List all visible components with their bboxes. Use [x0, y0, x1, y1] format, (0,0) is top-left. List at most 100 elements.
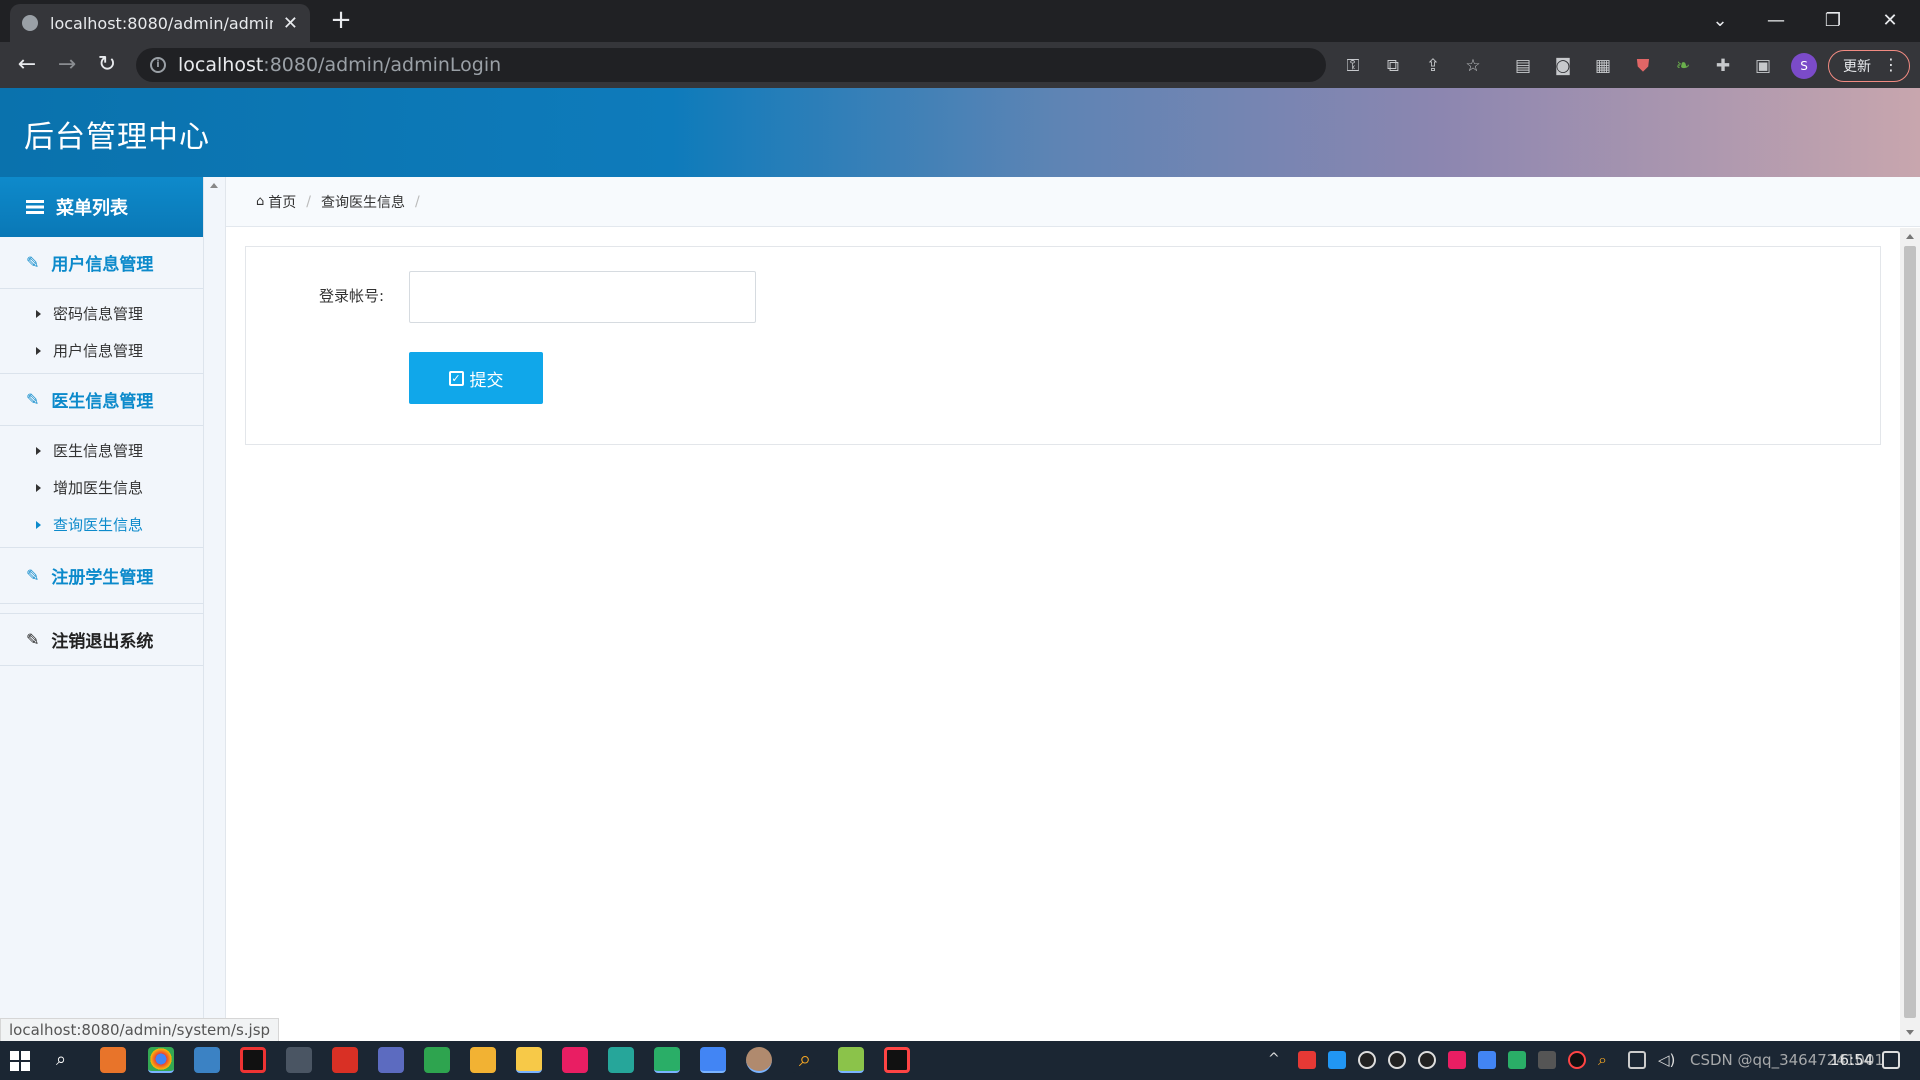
login-account-input[interactable] [409, 271, 756, 323]
update-button[interactable]: 更新 ⋮ [1828, 50, 1910, 82]
browser-tab[interactable]: localhost:8080/admin/adminL ✕ [10, 4, 310, 42]
home-icon: ⌂ [256, 194, 265, 209]
submit-label: 提交 [469, 370, 504, 391]
sidebar-item-password[interactable]: 密码信息管理 [0, 295, 203, 332]
tool-app-icon[interactable] [378, 1047, 404, 1073]
extension-translate-icon[interactable]: ▤ [1513, 56, 1533, 76]
sidebar-item-doctor-info[interactable]: 医生信息管理 [0, 432, 203, 469]
breadcrumb: ⌂ 首页 / 查询医生信息 / [226, 177, 1920, 227]
tray-mic-icon[interactable] [1538, 1051, 1556, 1069]
key-icon[interactable]: ⚿ [1343, 56, 1363, 76]
edit-icon: ✎ [26, 630, 40, 649]
recorder-app-icon[interactable] [884, 1047, 910, 1073]
more-menu-icon[interactable]: ⋮ [1883, 55, 1899, 74]
taskbar: ⌕ ⌕ ^ ⌕ ◁) CSDN @qq_34647241001 16:54 [0, 1041, 1920, 1080]
image-app-icon[interactable] [838, 1047, 864, 1073]
scroll-up-icon[interactable] [210, 183, 218, 188]
caret-right-icon [36, 346, 41, 355]
chrome-app-icon[interactable] [148, 1047, 174, 1073]
tray-qq-icon[interactable] [1418, 1051, 1436, 1069]
logout-label: 注销退出系统 [51, 632, 154, 652]
sidebar-item-label: 增加医生信息 [53, 479, 144, 497]
sidebar-group-student[interactable]: ✎ 注册学生管理 [0, 548, 203, 604]
sidebar-item-query-doctor[interactable]: 查询医生信息 [0, 506, 203, 543]
files-app-icon[interactable] [470, 1047, 496, 1073]
camera-icon[interactable]: ◙ [1553, 56, 1573, 76]
browser-app-icon[interactable] [194, 1047, 220, 1073]
login-account-label: 登录帐号: [319, 287, 385, 305]
sidebar: 菜单列表 ✎ 用户信息管理 密码信息管理 用户信息管理 ✎ 医生信息管理 医生信… [0, 177, 204, 1041]
sidebar-group-user[interactable]: ✎ 用户信息管理 [0, 237, 203, 289]
sidebar-item-label: 查询医生信息 [53, 516, 144, 534]
scrollbar-thumb[interactable] [1904, 246, 1916, 1018]
menu-header: 菜单列表 [0, 177, 203, 237]
netdisk-app-icon[interactable] [700, 1047, 726, 1073]
check-square-icon: ✓ [448, 370, 464, 386]
sidebar-item-user-info[interactable]: 用户信息管理 [0, 332, 203, 369]
user-photo-app-icon[interactable] [746, 1047, 772, 1073]
close-tab-icon[interactable]: ✕ [283, 13, 298, 34]
scroll-up-icon[interactable] [1906, 234, 1914, 239]
leaf-extension-icon[interactable]: ❧ [1673, 56, 1693, 76]
reload-icon[interactable]: ↻ [92, 50, 122, 80]
logout-button[interactable]: ✎ 注销退出系统 [0, 614, 203, 666]
restore-button[interactable]: ❐ [1813, 6, 1853, 36]
sidebar-group-doctor[interactable]: ✎ 医生信息管理 [0, 374, 203, 426]
taskbar-clock[interactable]: 16:54 [1830, 1051, 1873, 1069]
tray-qq-icon[interactable] [1388, 1051, 1406, 1069]
submit-button[interactable]: ✓ 提交 [409, 352, 543, 404]
tray-expand-icon[interactable]: ^ [1268, 1051, 1286, 1069]
main-scrollbar[interactable] [1900, 228, 1920, 1041]
search-icon[interactable]: ⌕ [56, 1049, 78, 1071]
tray-wechat-icon[interactable] [1508, 1051, 1526, 1069]
tray-volume-icon[interactable]: ◁) [1658, 1051, 1676, 1069]
bookmark-star-icon[interactable]: ☆ [1463, 56, 1483, 76]
new-tab-button[interactable]: + [326, 6, 356, 36]
tray-search-icon[interactable]: ⌕ [1598, 1051, 1616, 1069]
site-info-icon[interactable]: i [150, 57, 166, 73]
news-app-icon[interactable] [332, 1047, 358, 1073]
browser-tab-strip: localhost:8080/admin/adminL ✕ + ⌄ — ❐ ✕ [0, 0, 1920, 42]
minimize-button[interactable]: — [1756, 6, 1796, 36]
tab-search-icon[interactable]: ⌄ [1700, 6, 1740, 36]
sidebar-scrollbar[interactable] [204, 177, 226, 1041]
close-window-button[interactable]: ✕ [1870, 6, 1910, 36]
side-panel-icon[interactable]: ▣ [1753, 56, 1773, 76]
shield-icon[interactable]: ⛊ [1633, 56, 1653, 76]
caret-right-icon [36, 483, 41, 492]
sidebar-sublist-user: 密码信息管理 用户信息管理 [0, 289, 203, 374]
search-tool-app-icon[interactable]: ⌕ [792, 1047, 818, 1073]
puzzle-icon[interactable]: ✚ [1713, 56, 1733, 76]
sidebar-item-add-doctor[interactable]: 增加医生信息 [0, 469, 203, 506]
back-arrow-icon[interactable]: ← [12, 50, 42, 80]
tray-network-icon[interactable] [1628, 1051, 1646, 1069]
sidebar-item-label: 用户信息管理 [53, 342, 144, 360]
breadcrumb-home[interactable]: 首页 [268, 192, 296, 212]
tray-netdisk-icon[interactable] [1478, 1051, 1496, 1069]
forward-arrow-icon[interactable]: → [52, 50, 82, 80]
explorer-app-icon[interactable] [516, 1047, 542, 1073]
edit-icon: ✎ [26, 390, 40, 409]
list-icon [26, 200, 44, 214]
doc-app-icon[interactable] [608, 1047, 634, 1073]
windows-start-icon[interactable] [10, 1051, 30, 1071]
wechat-app-icon[interactable] [654, 1047, 680, 1073]
tray-app-icon[interactable] [1328, 1051, 1346, 1069]
address-bar[interactable]: i localhost:8080/admin/adminLogin [136, 48, 1326, 82]
intellij-app-icon[interactable] [100, 1047, 126, 1073]
tray-pen-icon[interactable] [1448, 1051, 1466, 1069]
record-app-icon[interactable] [240, 1047, 266, 1073]
tray-cloud-icon[interactable] [1298, 1051, 1316, 1069]
pen-app-icon[interactable] [562, 1047, 588, 1073]
breadcrumb-current: 查询医生信息 [320, 194, 405, 211]
tray-record-icon[interactable] [1568, 1051, 1586, 1069]
open-external-icon[interactable]: ⧉ [1383, 56, 1403, 76]
screen-app-icon[interactable] [286, 1047, 312, 1073]
share-icon[interactable]: ⇪ [1423, 56, 1443, 76]
notification-icon[interactable] [1882, 1051, 1900, 1069]
scroll-down-icon[interactable] [1906, 1030, 1914, 1035]
image-extension-icon[interactable]: ▦ [1593, 56, 1613, 76]
sync-app-icon[interactable] [424, 1047, 450, 1073]
profile-avatar[interactable]: S [1791, 53, 1817, 79]
tray-qq-icon[interactable] [1358, 1051, 1376, 1069]
